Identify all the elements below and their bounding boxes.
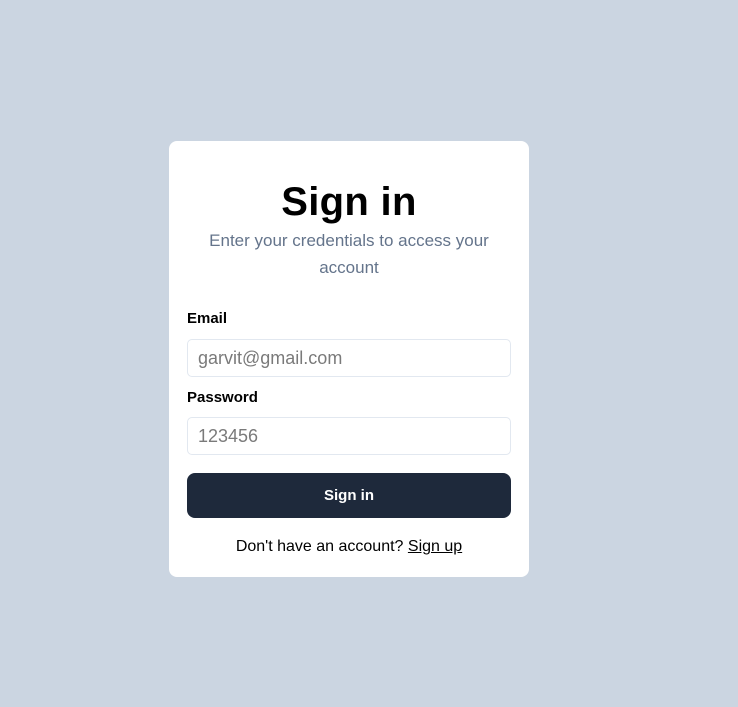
sign-up-link[interactable]: Sign up <box>408 538 462 555</box>
signup-prompt-text: Don't have an account? <box>235 538 408 555</box>
email-field[interactable] <box>187 339 511 377</box>
password-label: Password <box>187 389 258 406</box>
page-subtitle: Enter your credentials to access your ac… <box>209 231 489 277</box>
password-field[interactable] <box>187 417 511 455</box>
sign-in-button[interactable]: Sign in <box>187 473 511 518</box>
page-title: Sign in <box>281 180 417 224</box>
email-label: Email <box>187 310 228 327</box>
signup-prompt: Don't have an account? Sign up <box>169 538 529 556</box>
